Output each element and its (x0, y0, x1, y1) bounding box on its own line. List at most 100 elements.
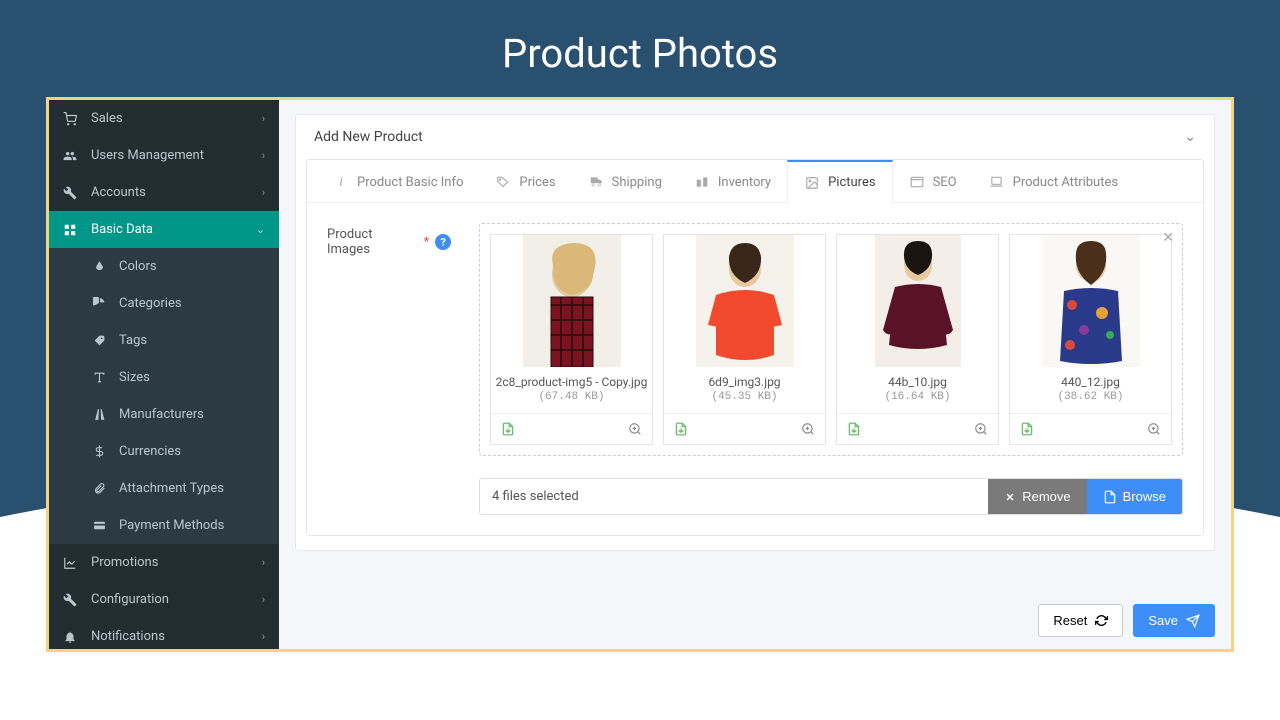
sidebar-item-label: Currencies (119, 444, 265, 459)
sidebar-sub-tags[interactable]: Tags (49, 322, 279, 359)
sidebar-item-sales[interactable]: Sales › (49, 100, 279, 137)
file-action-icon[interactable] (674, 422, 688, 436)
zoom-icon[interactable] (974, 422, 988, 436)
card-title: Add New Product (314, 129, 423, 145)
wrench-icon (63, 593, 85, 607)
sidebar-item-label: Accounts (91, 185, 262, 200)
file-preview: 440_12.jpg (38.62 KB) (1009, 234, 1172, 445)
product-card: Add New Product ⌄ iProduct Basic Info Pr… (295, 114, 1215, 551)
close-icon[interactable]: ✕ (1162, 230, 1174, 246)
sidebar-item-notifications[interactable]: Notifications › (49, 618, 279, 649)
sidebar-sub-colors[interactable]: Colors (49, 248, 279, 285)
wrench-icon (63, 186, 85, 200)
bell-icon (63, 630, 85, 644)
card-icon (93, 519, 113, 532)
sidebar-item-accounts[interactable]: Accounts › (49, 174, 279, 211)
file-size: (45.35 KB) (664, 391, 825, 413)
info-icon: i (333, 174, 349, 190)
dollar-icon (93, 445, 113, 458)
seo-icon (909, 174, 925, 190)
zoom-icon[interactable] (801, 422, 815, 436)
tab-label: Inventory (718, 175, 771, 190)
sidebar-sub-currencies[interactable]: Currencies (49, 433, 279, 470)
tabs: iProduct Basic Info Prices Shipping Inve… (307, 160, 1203, 203)
sidebar-item-label: Attachment Types (119, 481, 265, 496)
tab-seo[interactable]: SEO (893, 160, 973, 202)
file-size: (67.48 KB) (491, 391, 652, 413)
remove-button[interactable]: Remove (988, 479, 1086, 514)
save-button[interactable]: Save (1133, 604, 1215, 637)
tab-prices[interactable]: Prices (479, 160, 571, 202)
file-action-icon[interactable] (1020, 422, 1034, 436)
sidebar-sub-payment-methods[interactable]: Payment Methods (49, 507, 279, 544)
help-icon[interactable]: ? (435, 234, 451, 250)
file-action-icon[interactable] (501, 422, 515, 436)
sidebar-item-label: Sizes (119, 370, 265, 385)
tab-attributes[interactable]: Product Attributes (973, 160, 1134, 202)
collapse-icon[interactable]: ⌄ (1184, 129, 1196, 145)
chevron-right-icon: › (262, 149, 265, 162)
required-asterisk: * (424, 235, 430, 250)
page-title: Product Photos (0, 0, 1280, 97)
inventory-icon (694, 174, 710, 190)
cart-icon (63, 112, 85, 126)
chart-icon (63, 556, 85, 570)
preview-thumbnail (837, 235, 998, 367)
sidebar-item-label: Notifications (91, 629, 262, 644)
sidebar-sub-attachment-types[interactable]: Attachment Types (49, 470, 279, 507)
clip-icon (93, 482, 113, 495)
sidebar-item-label: Payment Methods (119, 518, 265, 533)
card-header: Add New Product ⌄ (296, 115, 1214, 159)
btn-label: Remove (1022, 489, 1070, 504)
sidebar-item-configuration[interactable]: Configuration › (49, 581, 279, 618)
file-preview: 2c8_product-img5 - Copy.jpg (67.48 KB) (490, 234, 653, 445)
previews-box: ✕ 2c8_product-img5 - Copy.jpg (67.48 KB) (479, 223, 1183, 456)
tab-pictures[interactable]: Pictures (787, 160, 892, 203)
file-name: 6d9_img3.jpg (664, 367, 825, 391)
sidebar-item-label: Basic Data (91, 222, 256, 237)
tab-label: Pictures (828, 175, 875, 190)
sidebar-item-label: Categories (119, 296, 265, 311)
sidebar-sub-sizes[interactable]: Sizes (49, 359, 279, 396)
zoom-icon[interactable] (1147, 422, 1161, 436)
zoom-icon[interactable] (628, 422, 642, 436)
laptop-icon (989, 174, 1005, 190)
file-size: (16.64 KB) (837, 391, 998, 413)
btn-label: Browse (1123, 489, 1166, 504)
sidebar-item-label: Colors (119, 259, 265, 274)
sidebar-item-users[interactable]: Users Management › (49, 137, 279, 174)
chevron-right-icon: › (262, 112, 265, 125)
tab-inventory[interactable]: Inventory (678, 160, 787, 202)
pictures-icon (804, 175, 820, 191)
reset-button[interactable]: Reset (1038, 604, 1123, 637)
browse-button[interactable]: Browse (1087, 479, 1182, 514)
sidebar-item-label: Manufacturers (119, 407, 265, 422)
sidebar-item-label: Tags (119, 333, 265, 348)
tab-shipping[interactable]: Shipping (572, 160, 678, 202)
file-bar: 4 files selected Remove Browse (479, 478, 1183, 515)
label-text: Product Images (327, 227, 418, 257)
tab-basic-info[interactable]: iProduct Basic Info (317, 160, 479, 202)
sidebar-item-label: Promotions (91, 555, 262, 570)
sidebar-item-basic-data[interactable]: Basic Data ⌄ (49, 211, 279, 248)
sidebar-sub-manufacturers[interactable]: Manufacturers (49, 396, 279, 433)
tab-label: SEO (933, 175, 957, 190)
sidebar-item-label: Sales (91, 111, 262, 126)
size-icon (93, 371, 113, 384)
preview-thumbnail (1010, 235, 1171, 367)
file-name: 2c8_product-img5 - Copy.jpg (491, 367, 652, 391)
btn-label: Save (1148, 613, 1178, 628)
file-status: 4 files selected (480, 479, 988, 514)
tab-label: Prices (519, 175, 555, 190)
tab-label: Product Attributes (1013, 175, 1118, 190)
drop-icon (93, 260, 113, 273)
file-preview: 6d9_img3.jpg (45.35 KB) (663, 234, 826, 445)
chevron-right-icon: › (262, 593, 265, 606)
sidebar-item-label: Configuration (91, 592, 262, 607)
footer: Reset Save (279, 592, 1231, 649)
file-action-icon[interactable] (847, 422, 861, 436)
file-size: (38.62 KB) (1010, 391, 1171, 413)
sidebar-sub-categories[interactable]: Categories (49, 285, 279, 322)
sidebar: Sales › Users Management › Accounts › Ba… (49, 100, 279, 649)
sidebar-item-promotions[interactable]: Promotions › (49, 544, 279, 581)
